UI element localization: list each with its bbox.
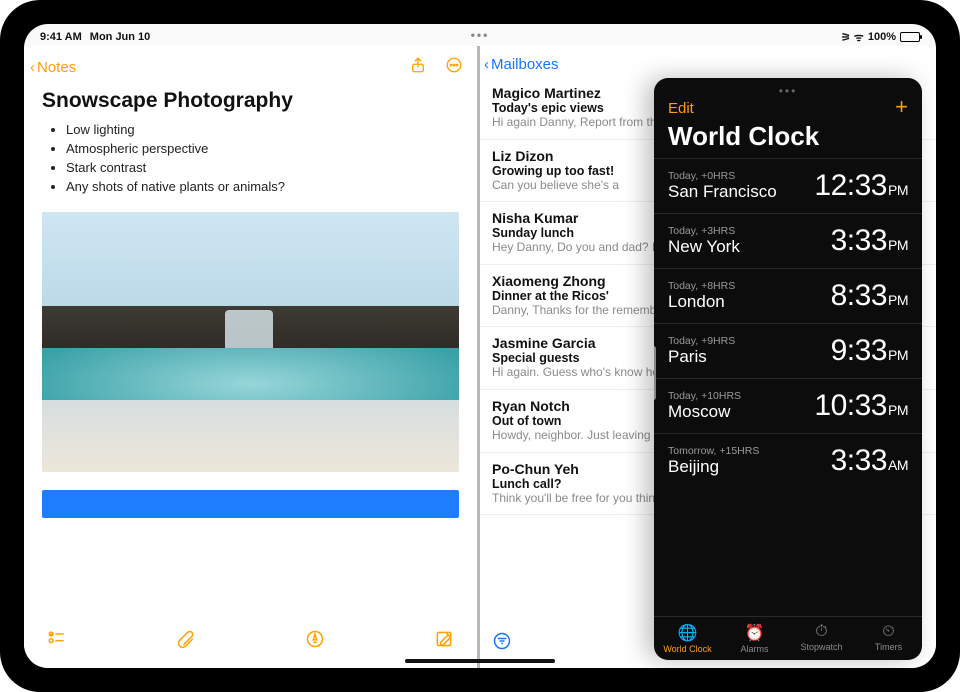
city-meta: Today, +8HRS (668, 280, 735, 292)
city-ampm: PM (888, 347, 908, 363)
note-bullet: Stark contrast (66, 159, 477, 178)
city-row[interactable]: Today, +8HRSLondon 8:33PM (654, 268, 922, 323)
city-name: New York (668, 237, 740, 257)
mail-filter-icon[interactable] (492, 631, 512, 656)
city-meta: Today, +0HRS (668, 170, 777, 182)
wifi-icon: ⚞ ᯤ (841, 30, 864, 45)
slideover-handle[interactable] (654, 346, 656, 400)
city-row[interactable]: Today, +10HRSMoscow 10:33PM (654, 378, 922, 433)
note-body-list[interactable]: Low lighting Atmospheric perspective Sta… (24, 121, 477, 196)
more-icon[interactable] (445, 56, 463, 79)
note-bullet: Low lighting (66, 121, 477, 140)
city-row[interactable]: Tomorrow, +15HRSBeijing 3:33AM (654, 433, 922, 488)
note-image[interactable] (42, 212, 459, 472)
mail-back-label: Mailboxes (491, 56, 559, 73)
city-meta: Today, +3HRS (668, 225, 740, 237)
notes-back-label: Notes (37, 59, 76, 76)
clock-title: World Clock (654, 117, 922, 158)
timer-icon: ⏲ (855, 623, 922, 641)
city-meta: Tomorrow, +15HRS (668, 445, 759, 457)
compose-icon[interactable] (433, 629, 455, 654)
status-time: 9:41 AM (40, 31, 82, 43)
city-ampm: PM (888, 182, 908, 198)
slideover-grip-icon[interactable]: ••• (779, 84, 798, 98)
city-meta: Today, +9HRS (668, 335, 735, 347)
city-name: London (668, 292, 735, 312)
multitask-dots-icon[interactable]: ••• (471, 28, 490, 42)
home-indicator[interactable] (405, 659, 555, 663)
tab-timers[interactable]: ⏲Timers (855, 623, 922, 654)
ipad-frame: 9:41 AM Mon Jun 10 ••• ⚞ ᯤ 100% ‹ Notes (0, 0, 960, 692)
chevron-left-icon: ‹ (484, 56, 489, 73)
share-icon[interactable] (409, 56, 427, 79)
city-row[interactable]: Today, +3HRSNew York 3:33PM (654, 213, 922, 268)
checklist-icon[interactable] (46, 629, 68, 654)
city-ampm: PM (888, 292, 908, 308)
notes-app: ‹ Notes Snowscape Photography Low lig (24, 46, 480, 668)
markup-icon[interactable] (304, 629, 326, 654)
battery-percent: 100% (868, 31, 896, 43)
city-name: Moscow (668, 402, 741, 422)
clock-slideover[interactable]: ••• Edit + World Clock Today, +0HRSSan F… (654, 78, 922, 660)
tab-world-clock[interactable]: 🌐World Clock (654, 623, 721, 654)
tab-alarms[interactable]: ⏰Alarms (721, 623, 788, 654)
city-meta: Today, +10HRS (668, 390, 741, 402)
status-bar: 9:41 AM Mon Jun 10 ••• ⚞ ᯤ 100% (24, 24, 936, 46)
tab-stopwatch[interactable]: ⏱Stopwatch (788, 623, 855, 654)
city-name: Beijing (668, 457, 759, 477)
city-row[interactable]: Today, +9HRSParis 9:33PM (654, 323, 922, 378)
city-time: 3:33 (831, 444, 887, 478)
battery-icon (900, 32, 920, 42)
world-clock-list[interactable]: Today, +0HRSSan Francisco 12:33PM Today,… (654, 158, 922, 616)
notes-back-button[interactable]: ‹ Notes (30, 59, 76, 76)
city-ampm: AM (888, 457, 908, 473)
chevron-left-icon: ‹ (30, 59, 35, 76)
note-attachment-bar[interactable] (42, 490, 459, 518)
city-time: 10:33 (814, 389, 887, 423)
stopwatch-icon: ⏱ (788, 623, 855, 641)
city-ampm: PM (888, 237, 908, 253)
clock-tab-bar: 🌐World Clock ⏰Alarms ⏱Stopwatch ⏲Timers (654, 616, 922, 660)
city-name: Paris (668, 347, 735, 367)
city-row[interactable]: Today, +0HRSSan Francisco 12:33PM (654, 158, 922, 213)
city-ampm: PM (888, 402, 908, 418)
note-bullet: Atmospheric perspective (66, 140, 477, 159)
globe-icon: 🌐 (654, 623, 721, 643)
mail-app: ‹ Mailboxes Magico Martinez Today's epic… (480, 46, 936, 668)
attachment-icon[interactable] (175, 629, 197, 654)
screen: 9:41 AM Mon Jun 10 ••• ⚞ ᯤ 100% ‹ Notes (24, 24, 936, 668)
city-time: 8:33 (831, 279, 887, 313)
alarm-icon: ⏰ (721, 623, 788, 643)
clock-edit-button[interactable]: Edit (668, 100, 694, 117)
city-time: 9:33 (831, 334, 887, 368)
note-title[interactable]: Snowscape Photography (24, 85, 477, 121)
note-bullet: Any shots of native plants or animals? (66, 178, 477, 197)
city-name: San Francisco (668, 182, 777, 202)
clock-add-button[interactable]: + (895, 100, 908, 117)
status-date: Mon Jun 10 (90, 31, 151, 43)
mail-back-button[interactable]: ‹ Mailboxes (484, 56, 559, 73)
city-time: 12:33 (814, 169, 887, 203)
city-time: 3:33 (831, 224, 887, 258)
